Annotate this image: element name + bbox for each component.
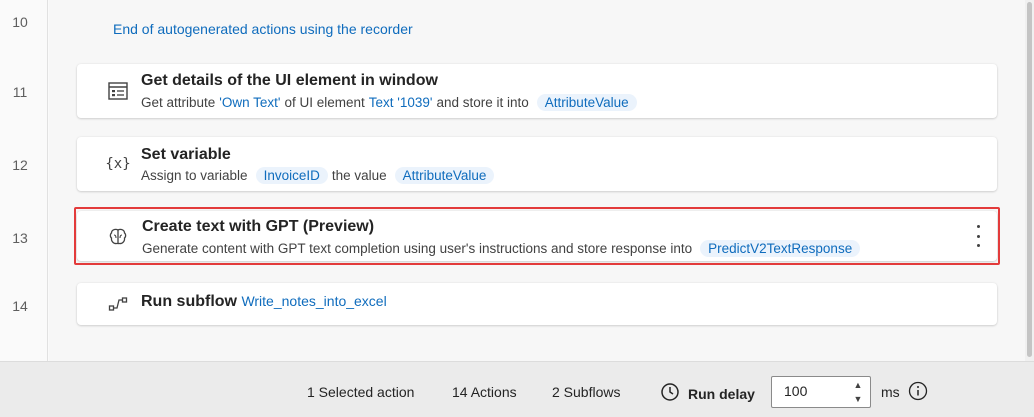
ui-element-name: Text '1039' xyxy=(368,95,433,110)
run-delay-label: Run delay xyxy=(688,385,755,402)
action-get-ui-element-details[interactable]: Get details of the UI element in window … xyxy=(77,64,997,118)
desc-text: and store it into xyxy=(436,95,529,110)
action-set-variable[interactable]: {x} Set variable Assign to variable Invo… xyxy=(77,137,997,191)
clock-icon xyxy=(660,382,680,405)
vertical-scrollbar[interactable] xyxy=(1025,0,1034,361)
action-title: Run subflow Write_notes_into_excel xyxy=(141,293,387,311)
chevron-down-icon[interactable]: ▼ xyxy=(854,394,863,404)
action-description: Get attribute 'Own Text' of UI element T… xyxy=(141,94,637,111)
line-number-10: 10 xyxy=(12,14,28,30)
info-icon[interactable] xyxy=(908,381,928,401)
action-run-subflow[interactable]: Run subflow Write_notes_into_excel xyxy=(77,283,997,325)
line-number-11: 11 xyxy=(12,84,28,100)
desc-text: of UI element xyxy=(284,95,365,110)
desc-text: the value xyxy=(331,168,387,183)
desc-text: Assign to variable xyxy=(141,168,248,183)
action-title: Get details of the UI element in window xyxy=(141,72,438,89)
line-number-14: 14 xyxy=(12,298,28,314)
run-delay-stepper[interactable]: ▲ ▼ xyxy=(852,380,864,404)
subflow-icon xyxy=(107,293,129,315)
variable-chip: AttributeValue xyxy=(536,94,637,111)
actions-count: 14 Actions xyxy=(452,384,517,400)
action-description: Assign to variable InvoiceID the value A… xyxy=(141,167,495,184)
line-number-12: 12 xyxy=(12,157,28,173)
comment-action[interactable]: End of autogenerated actions using the r… xyxy=(113,21,413,37)
variable-braces-icon: {x} xyxy=(105,156,131,172)
selection-highlight xyxy=(74,207,1000,265)
run-delay-value: 100 xyxy=(784,383,808,399)
scrollbar-thumb[interactable] xyxy=(1027,2,1032,357)
run-delay-unit: ms xyxy=(881,384,900,400)
attribute-name: 'Own Text' xyxy=(219,95,281,110)
action-title: Set variable xyxy=(141,146,231,163)
variable-chip: InvoiceID xyxy=(255,167,328,184)
chevron-up-icon[interactable]: ▲ xyxy=(854,380,863,390)
subflows-count: 2 Subflows xyxy=(552,384,621,400)
status-bar: 1 Selected action 14 Actions 2 Subflows … xyxy=(0,361,1034,417)
subflow-link[interactable]: Write_notes_into_excel xyxy=(241,293,386,309)
ui-element-details-icon xyxy=(107,80,129,102)
desc-text: Get attribute xyxy=(141,95,216,110)
run-delay-input[interactable]: 100 ▲ ▼ xyxy=(771,376,871,408)
action-title-text: Run subflow xyxy=(141,293,237,310)
variable-chip: AttributeValue xyxy=(394,167,495,184)
selected-count: 1 Selected action xyxy=(307,384,415,400)
run-delay: Run delay xyxy=(660,382,755,405)
line-number-gutter: 10 11 12 13 14 xyxy=(0,0,48,361)
line-number-13: 13 xyxy=(12,230,28,246)
